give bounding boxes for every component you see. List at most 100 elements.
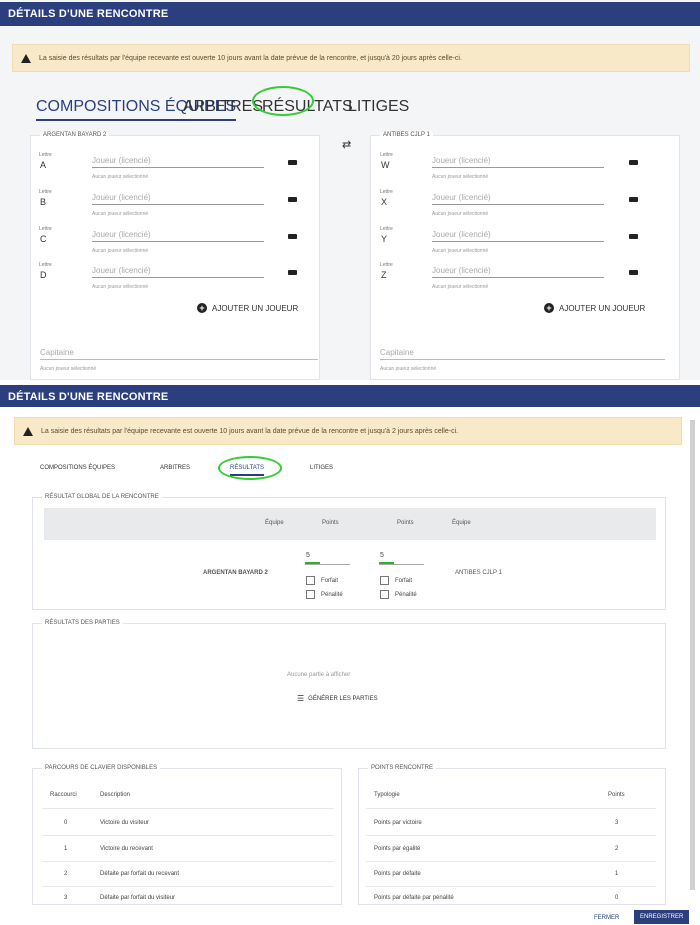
points-value: 0 (615, 895, 619, 901)
team-left-name: ARGENTAN BAYARD 2 (203, 570, 268, 576)
generate-icon: ☰ (297, 694, 305, 703)
penalite-left[interactable]: Pénalité (306, 590, 343, 599)
warning-text: La saisie des résultats par l'équipe rec… (39, 54, 462, 62)
letter-label: Lettre (39, 226, 52, 232)
player-field[interactable]: Joueur (licencié) (92, 156, 264, 168)
forfait-left-label: Forfait (321, 577, 339, 584)
divider (42, 886, 334, 887)
keyboard-icon[interactable] (288, 270, 297, 275)
add-player-label: AJOUTER UN JOUEUR (559, 303, 646, 313)
add-player-label: AJOUTER UN JOUEUR (212, 303, 299, 313)
highlight-circle (252, 86, 314, 116)
letter-label: Lettre (380, 152, 393, 158)
tab-arbitres[interactable]: ARBITRES (160, 465, 190, 471)
keyboard-icon[interactable] (288, 160, 297, 165)
add-player-button-left[interactable]: + AJOUTER UN JOUEUR (197, 303, 298, 313)
forfait-left[interactable]: Forfait (306, 576, 338, 585)
points-value: 2 (615, 846, 619, 852)
points-panel (358, 768, 666, 905)
parties-panel (32, 623, 666, 749)
keyboard-icon[interactable] (288, 234, 297, 239)
forfait-left-checkbox[interactable] (306, 576, 315, 585)
player-letter: Z (381, 270, 387, 280)
captain-field-left[interactable]: Capitaine (40, 348, 318, 360)
points-value: 3 (615, 820, 619, 826)
forfait-right[interactable]: Forfait (380, 576, 412, 585)
player-letter: A (40, 160, 47, 170)
player-field-hint: Aucun joueur sélectionné (432, 284, 489, 290)
player-field[interactable]: Joueur (licencié) (432, 156, 604, 168)
keyboard-icon[interactable] (629, 160, 638, 165)
swap-teams-icon[interactable]: ⇄ (342, 138, 351, 151)
letter-label: Lettre (380, 189, 393, 195)
team-right-name: ANTIBES CJLP 1 (455, 570, 502, 576)
player-field[interactable]: Joueur (licencié) (92, 266, 264, 278)
keyboard-icon[interactable] (629, 197, 638, 202)
dialog-title: DÉTAILS D'UNE RENCONTRE (0, 385, 700, 407)
dialog-top: DÉTAILS D'UNE RENCONTRE La saisie des ré… (0, 0, 700, 380)
shortcut-key: 2 (64, 871, 68, 877)
tab-litiges[interactable]: LITIGES (310, 465, 333, 471)
player-field-hint: Aucun joueur sélectionné (432, 211, 489, 217)
tab-litiges[interactable]: LITIGES (348, 98, 409, 116)
keyboard-icon[interactable] (629, 270, 638, 275)
player-letter: X (381, 197, 388, 207)
keyboard-icon[interactable] (288, 197, 297, 202)
letter-label: Lettre (39, 152, 52, 158)
shortcuts-panel (32, 768, 342, 905)
parties-empty: Aucune partie à afficher (287, 672, 351, 678)
warning-icon (23, 426, 33, 436)
close-button[interactable]: FERMER (594, 915, 619, 921)
letter-label: Lettre (380, 226, 393, 232)
shortcut-key: 3 (64, 895, 68, 901)
player-letter: D (40, 270, 47, 280)
keyboard-icon[interactable] (629, 234, 638, 239)
points-header-points: Points (608, 792, 625, 798)
shortcuts-header-desc: Description (100, 792, 131, 798)
penalite-right-checkbox[interactable] (380, 590, 389, 599)
header-team-left: Équipe (265, 520, 284, 526)
captain-hint-right: Aucun joueur sélectionné (380, 366, 437, 372)
generate-parties-button[interactable]: ☰ GÉNÉRER LES PARTIES (297, 694, 378, 703)
team-panel-right (370, 135, 680, 380)
add-player-button-right[interactable]: + AJOUTER UN JOUEUR (544, 303, 645, 313)
player-field-hint: Aucun joueur sélectionné (92, 248, 149, 254)
tab-compositions[interactable]: COMPOSITIONS ÉQUIPES (40, 465, 115, 471)
divider (366, 886, 656, 887)
player-letter: B (40, 197, 47, 207)
forfait-right-checkbox[interactable] (380, 576, 389, 585)
divider (366, 861, 656, 862)
warning-text: La saisie des résultats par l'équipe rec… (41, 427, 459, 435)
team-panel-left (30, 135, 320, 380)
warning-banner: La saisie des résultats par l'équipe rec… (14, 417, 682, 445)
shortcuts-header-key: Raccourci (50, 792, 77, 798)
shortcut-desc: Défaite par forfait du visiteur (100, 895, 176, 901)
score-left[interactable]: 5 (306, 552, 310, 559)
player-field[interactable]: Joueur (licencié) (432, 193, 604, 205)
penalite-left-label: Pénalité (321, 591, 343, 598)
team-name-left: ARGENTAN BAYARD 2 (40, 132, 110, 138)
shortcut-key: 0 (64, 820, 68, 826)
divider (42, 835, 334, 836)
score-right[interactable]: 5 (380, 552, 384, 559)
player-field[interactable]: Joueur (licencié) (92, 193, 264, 205)
points-type: Points par défaite (374, 871, 421, 877)
warning-banner: La saisie des résultats par l'équipe rec… (12, 44, 690, 72)
save-button[interactable]: ENREGISTRER (634, 910, 690, 924)
plus-icon: + (544, 303, 554, 313)
divider (366, 835, 656, 836)
scrollbar[interactable] (690, 420, 695, 890)
divider (42, 861, 334, 862)
dialog-title: DÉTAILS D'UNE RENCONTRE (0, 2, 700, 26)
player-field[interactable]: Joueur (licencié) (432, 266, 604, 278)
header-points-left: Points (322, 520, 339, 526)
captain-field-right[interactable]: Capitaine (380, 348, 665, 360)
player-field[interactable]: Joueur (licencié) (432, 230, 604, 242)
highlight-circle (218, 456, 282, 480)
tab-arbitres[interactable]: ARBITRES (183, 98, 263, 116)
warning-icon (21, 53, 31, 63)
penalite-left-checkbox[interactable] (306, 590, 315, 599)
penalite-right[interactable]: Pénalité (380, 590, 417, 599)
player-field[interactable]: Joueur (licencié) (92, 230, 264, 242)
shortcuts-title: PARCOURS DE CLAVIER DISPONIBLES (42, 765, 161, 771)
